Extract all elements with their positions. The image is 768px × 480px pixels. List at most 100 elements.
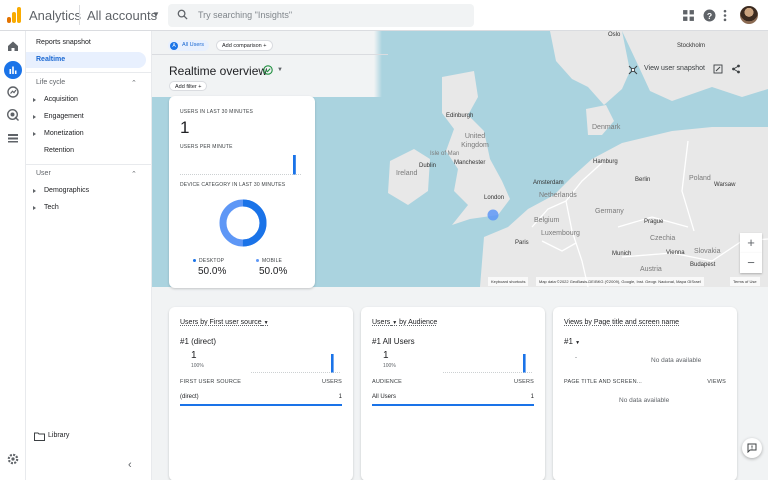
share-icon[interactable] — [731, 64, 741, 74]
column-header: AUDIENCE — [372, 379, 403, 385]
card-views-by-page-title: Views by Page title and screen name #1 ▼… — [553, 307, 737, 480]
search-input[interactable]: Try searching "Insights" — [198, 10, 292, 20]
expand-arrow-icon — [33, 189, 36, 193]
card-top-item[interactable]: #1 ▼ — [564, 337, 580, 346]
chevron-up-icon[interactable]: ⌃ — [131, 170, 137, 178]
feedback-button[interactable] — [742, 438, 762, 458]
caret-down-icon[interactable]: ▼ — [277, 67, 283, 73]
configure-icon[interactable] — [6, 131, 20, 145]
zoom-out-button[interactable]: − — [740, 253, 762, 273]
sidebar-item-engagement[interactable]: Engagement — [26, 109, 146, 125]
card-top-item: #1 All Users — [372, 337, 415, 346]
check-circle-icon[interactable] — [263, 65, 273, 75]
svg-text:?: ? — [707, 11, 712, 21]
mobile-value: 50.0% — [259, 266, 288, 277]
card-top-value: 1 — [191, 350, 197, 361]
sidebar-item-retention[interactable]: Retention — [26, 143, 146, 159]
sidebar-item-realtime[interactable]: Realtime — [26, 52, 146, 68]
zoom-in-button[interactable]: + — [740, 233, 762, 253]
map-label: Prague — [644, 219, 664, 225]
user-snapshot-icon[interactable] — [628, 65, 638, 75]
card-top-value: 1 — [383, 350, 389, 361]
sidebar-item-library[interactable]: Library — [48, 432, 69, 439]
map-label: Germany — [595, 208, 624, 215]
view-user-snapshot-link[interactable]: View user snapshot — [644, 65, 705, 72]
segment-chip-all-users[interactable]: A All Users — [168, 40, 210, 51]
expand-arrow-icon — [33, 98, 36, 102]
table-row[interactable]: (direct) 1 — [180, 394, 342, 406]
device-category-label: DEVICE CATEGORY IN LAST 30 MINUTES — [180, 182, 286, 188]
map-label: Hamburg — [593, 159, 618, 165]
map-label: Poland — [689, 175, 711, 182]
card-title-dropdown[interactable]: Views by Page title and screen name — [564, 319, 679, 326]
search-box[interactable]: Try searching "Insights" — [168, 4, 474, 27]
map-label: Netherlands — [539, 192, 577, 199]
caret-down-icon: ▼ — [575, 340, 581, 346]
settings-gear-icon[interactable] — [6, 452, 20, 466]
no-data-message: No data available — [619, 397, 670, 404]
analytics-logo-icon[interactable] — [7, 7, 21, 23]
map-label: Austria — [640, 266, 662, 273]
reports-sidebar: Reports snapshot Realtime Life cycle ⌃ A… — [26, 31, 152, 480]
users-last-30-value: 1 — [180, 118, 190, 137]
search-icon — [177, 9, 188, 20]
map-label: Warsaw — [714, 182, 736, 188]
card-title: Users ▼ by Audience — [372, 319, 437, 326]
apps-grid-icon[interactable] — [682, 9, 695, 22]
card-users-by-first-user-source: Users by First user source ▼ #1 (direct)… — [169, 307, 353, 480]
collapse-chevron-left-icon[interactable]: ‹ — [128, 459, 132, 471]
card-users-by-audience: Users ▼ by Audience #1 All Users 1 100% … — [361, 307, 545, 480]
help-icon[interactable]: ? — [703, 9, 716, 22]
reports-icon[interactable] — [6, 63, 20, 77]
card-sparkline — [443, 354, 533, 373]
divider — [26, 72, 151, 73]
customize-edit-icon[interactable] — [713, 64, 723, 74]
section-user[interactable]: User — [36, 170, 51, 177]
map-attribution: Map data ©2022 GeoBasis-DE/BKG (©2009), … — [536, 277, 704, 286]
explore-icon[interactable] — [6, 85, 20, 99]
chevron-up-icon[interactable]: ⌃ — [131, 79, 137, 87]
map-terms[interactable]: Terms of Use — [730, 277, 760, 286]
metric-dropdown[interactable]: Users ▼ — [372, 319, 397, 326]
account-selector[interactable]: All accounts — [87, 8, 157, 23]
section-life-cycle[interactable]: Life cycle — [36, 79, 65, 86]
map-label: Luxembourg — [541, 230, 580, 237]
avatar[interactable] — [740, 6, 758, 24]
column-header: PAGE TITLE AND SCREEN... — [564, 379, 642, 385]
device-donut-chart[interactable] — [218, 198, 268, 248]
no-data-message: No data available — [651, 357, 702, 364]
map-label: Munich — [612, 251, 632, 257]
sidebar-item-tech[interactable]: Tech — [26, 200, 146, 216]
card-title-dropdown[interactable]: Users by First user source ▼ — [180, 319, 269, 326]
users-per-minute-chart[interactable] — [180, 153, 302, 175]
minute-bar — [293, 155, 296, 175]
caret-down-icon: ▼ — [263, 320, 269, 326]
sidebar-item-monetization[interactable]: Monetization — [26, 126, 146, 142]
realtime-users-card: USERS IN LAST 30 MINUTES 1 USERS PER MIN… — [169, 96, 315, 288]
home-icon[interactable] — [6, 39, 20, 53]
dimension-label: by Audience — [399, 319, 438, 326]
divider — [79, 5, 80, 25]
map-label: Berlin — [635, 177, 651, 183]
column-header: FIRST USER SOURCE — [180, 379, 242, 385]
add-comparison-button[interactable]: Add comparison + — [216, 40, 273, 51]
sidebar-item-acquisition[interactable]: Acquisition — [26, 92, 146, 108]
add-filter-button[interactable]: Add filter + — [169, 81, 208, 91]
more-vert-icon[interactable] — [722, 9, 728, 22]
sidebar-item-reports-snapshot[interactable]: Reports snapshot — [26, 35, 146, 51]
users-last-30-label: USERS IN LAST 30 MINUTES — [180, 109, 254, 115]
sidebar-item-demographics[interactable]: Demographics — [26, 183, 146, 199]
caret-down-icon[interactable]: ▼ — [152, 10, 160, 19]
map-keyboard-shortcuts[interactable]: Keyboard shortcuts — [488, 277, 529, 286]
card-top-item: #1 (direct) — [180, 337, 217, 346]
table-row[interactable]: All Users 1 — [372, 394, 534, 406]
desktop-label: DESKTOP — [199, 258, 225, 264]
folder-icon[interactable] — [34, 432, 45, 441]
map-label: Manchester — [454, 160, 486, 166]
map-label: Oslo — [608, 32, 621, 38]
desktop-legend-dot — [193, 259, 196, 262]
user-location-marker — [487, 209, 499, 221]
top-bar: Analytics All accounts ▼ Try searching "… — [0, 0, 768, 31]
advertising-icon[interactable] — [6, 108, 20, 122]
app-name: Analytics — [29, 8, 82, 23]
